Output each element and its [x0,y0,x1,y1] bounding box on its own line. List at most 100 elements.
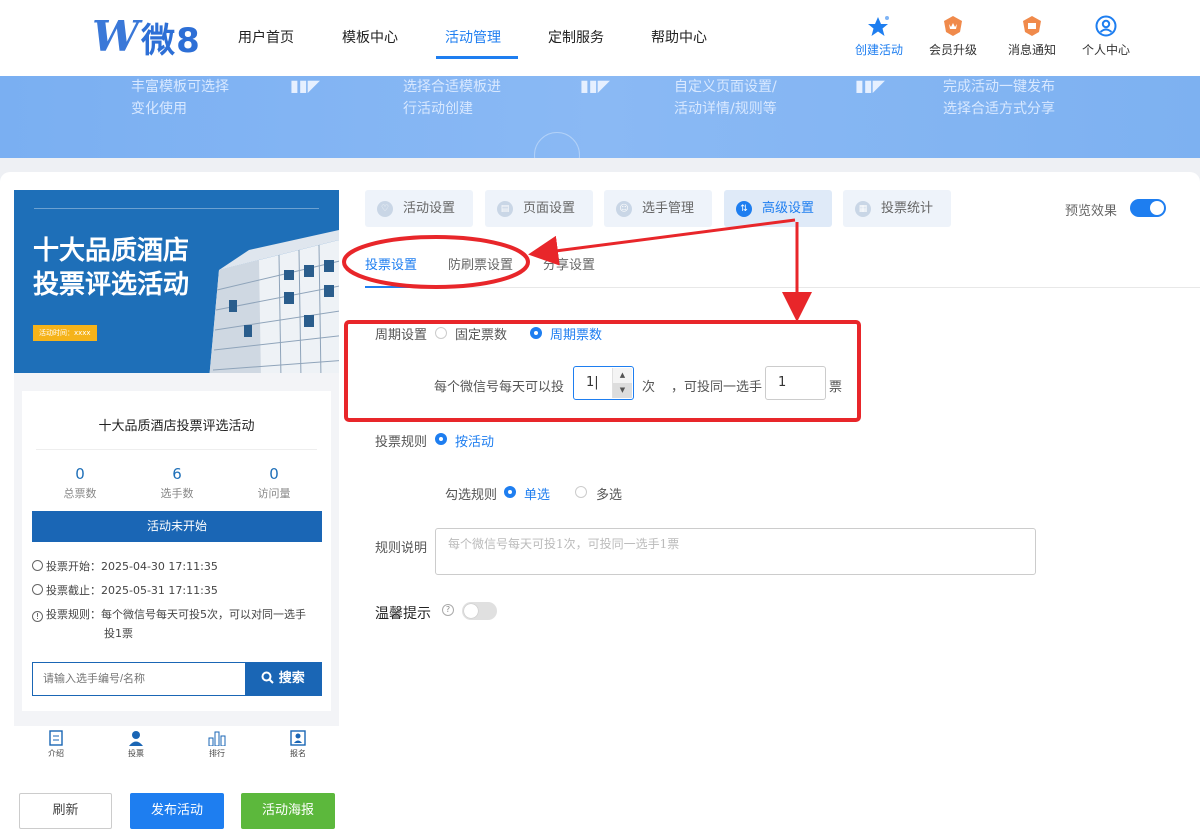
activity-poster-button[interactable]: 活动海报 [241,793,335,829]
same-contestant-label: ，可投同一选手 [671,380,763,395]
tab-activity-settings[interactable]: ♡ 活动设置 [365,190,473,227]
preview-bottom-tabs: 介绍 投票 排行 报名 [14,726,339,770]
rule-description-textarea[interactable]: 每个微信号每天可投1次，可投同一选手1票 [435,528,1036,575]
daily-votes-unit: 次 [642,380,656,395]
nav-activity-management[interactable]: 活动管理 [445,27,501,47]
warm-tip-toggle[interactable] [462,602,497,620]
nav-active-indicator [436,56,518,59]
tab-signup[interactable]: 报名 [273,730,323,759]
heart-icon: ♡ [377,201,393,217]
daily-votes-label: 每个微信号每天可以投 [434,380,565,395]
preview-effect-toggle[interactable] [1130,199,1166,217]
steps-banner: 丰富模板可选择 变化使用 ▮▮◤ 选择合适模板进 行活动创建 ▮▮◤ 自定义页面设置… [0,76,1200,158]
activity-info-card: 十大品质酒店投票评选活动 0 总票数 6 选手数 0 访问量 活动未开始 投票开始：2… [22,391,331,711]
personal-center-button[interactable]: 个人中心 [1074,14,1138,58]
stepper-up-icon[interactable]: ▲ [613,368,632,383]
card-title: 十大品质酒店投票评选活动 [98,419,255,434]
radio-multi-select-label: 多选 [596,488,623,503]
user-circle-icon [1095,15,1117,37]
person-icon [129,731,143,746]
subtab-active-indicator [365,286,413,288]
daily-votes-value: 1| [586,375,599,390]
logo-w-mark: W [92,12,140,61]
rule-description-label: 规则说明 [375,541,428,556]
nav-help-center[interactable]: 帮助中心 [651,27,707,47]
subtab-anti-fraud[interactable]: 防刷票设置 [448,254,513,273]
activity-status-button[interactable]: 活动未开始 [32,511,322,542]
poster-divider [34,208,319,209]
banner-step-3: 自定义页面设置/活动详情/规则等 [674,79,777,117]
banner-decoration [534,132,580,158]
same-contestant-unit: 票 [829,380,843,395]
radio-single-select[interactable] [504,486,516,498]
signup-icon [290,730,306,746]
toggle-knob [1150,201,1164,215]
notifications-button[interactable]: 消息通知 [1000,14,1064,58]
period-settings-label: 周期设置 [375,328,428,343]
search-button[interactable]: 搜索 [245,663,321,695]
contestant-search: 搜索 [32,662,322,696]
radio-period-votes[interactable] [530,327,542,339]
page-icon: ▤ [497,201,513,217]
stat-total-votes: 0 总票数 [63,465,97,500]
tab-vote-statistics[interactable]: ▦ 投票统计 [843,190,951,227]
document-icon [49,730,63,746]
bar-chart-icon [208,731,226,746]
subtab-divider [365,287,1200,288]
radio-by-activity[interactable] [435,433,447,445]
tab-vote[interactable]: 投票 [111,730,161,759]
notifications-label: 消息通知 [1007,43,1056,57]
vote-rule-label: 投票规则 [375,435,428,450]
help-icon[interactable]: ? [442,604,454,616]
refresh-button[interactable]: 刷新 [19,793,112,829]
tab-ranking[interactable]: 排行 [192,730,242,759]
contestant-search-input[interactable] [33,663,247,695]
member-upgrade-label: 会员升级 [928,43,977,57]
same-contestant-input[interactable]: 1 [765,366,826,400]
stepper-down-icon[interactable]: ▼ [613,383,632,398]
tab-contestant-management[interactable]: ☺ 选手管理 [604,190,712,227]
member-upgrade-button[interactable]: 会员升级 [921,14,985,58]
select-rule-label: 勾选规则 [445,488,498,503]
star-icon [868,16,889,36]
clock-icon [32,560,43,571]
nav-templates[interactable]: 模板中心 [342,27,398,47]
daily-votes-input[interactable]: 1| ▲ ▼ [573,366,634,400]
subtab-share-settings[interactable]: 分享设置 [543,254,595,273]
radio-fixed-votes-label: 固定票数 [455,328,508,343]
vote-end-time: 投票截止：2025-05-31 17:11:35 [32,581,218,600]
preview-effect-label: 预览效果 [1065,204,1118,219]
banner-arrow-1: ▮▮◤ [290,76,320,95]
banner-step-4: 完成活动一键发布 选择合适方式分享 [943,79,1055,117]
vote-start-time: 投票开始：2025-04-30 17:11:35 [32,557,218,576]
logo[interactable]: W 微8 [92,12,201,61]
tab-page-settings[interactable]: ▤ 页面设置 [485,190,593,227]
banner-arrow-3: ▮▮◤ [855,76,885,95]
banner-arrow-2: ▮▮◤ [580,76,610,95]
search-icon [261,671,274,684]
tab-advanced-settings[interactable]: ⇅ 高级设置 [724,190,832,227]
hotel-building-image [209,230,339,373]
publish-activity-button[interactable]: 发布活动 [130,793,224,829]
same-contestant-value: 1 [778,375,787,390]
subtab-vote-settings[interactable]: 投票设置 [365,254,417,273]
radio-single-select-label: 单选 [524,488,551,503]
clock-icon [32,584,43,595]
radio-multi-select[interactable] [575,486,587,498]
radio-period-votes-label: 周期票数 [550,328,603,343]
user-icon: ☺ [616,201,632,217]
create-activity-button[interactable]: 创建活动 [847,14,911,58]
daily-votes-stepper[interactable]: ▲ ▼ [612,368,632,398]
nav-home[interactable]: 用户首页 [238,27,294,47]
radio-fixed-votes[interactable] [435,327,447,339]
banner-step-1: 丰富模板可选择 变化使用 [131,79,229,117]
nav-custom-service[interactable]: 定制服务 [548,27,604,47]
banner-step-2: 选择合适模板进 行活动创建 [403,79,501,117]
activity-poster: 十大品质酒店 投票评选活动 活动时间：xxxx [14,190,339,373]
warm-tip-label: 温馨提示 [375,606,431,622]
crown-badge-icon [944,16,962,36]
stats-icon: ▦ [855,201,871,217]
card-divider [36,449,317,450]
tab-intro[interactable]: 介绍 [31,730,81,759]
stat-visits: 0 访问量 [257,465,291,500]
